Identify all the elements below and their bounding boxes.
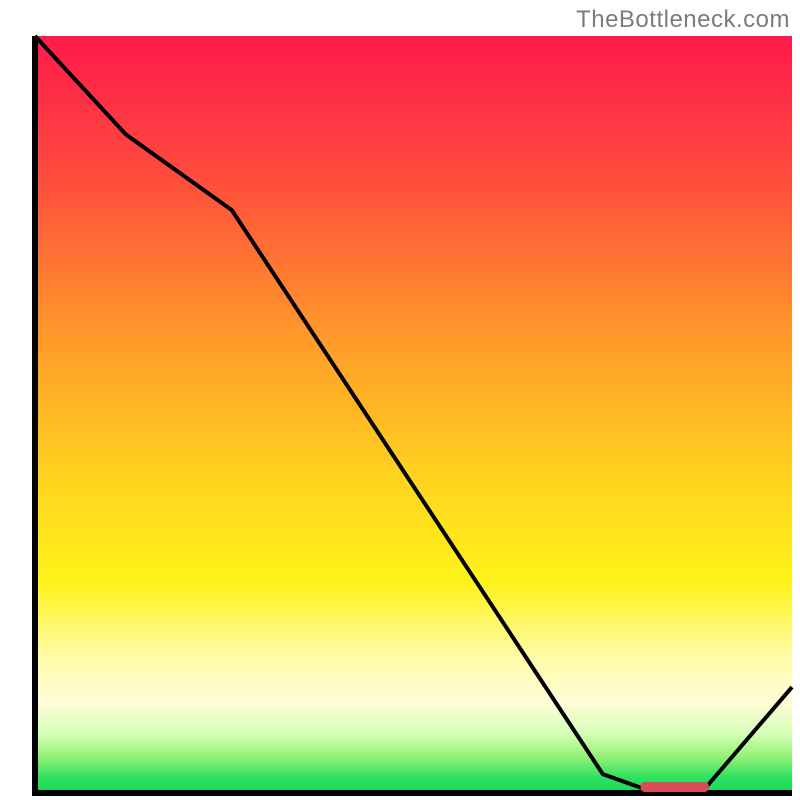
chart-svg [0, 0, 800, 800]
watermark-text: TheBottleneck.com [576, 6, 790, 34]
highlight-bar [641, 782, 709, 792]
chart-frame: TheBottleneck.com [0, 0, 800, 800]
